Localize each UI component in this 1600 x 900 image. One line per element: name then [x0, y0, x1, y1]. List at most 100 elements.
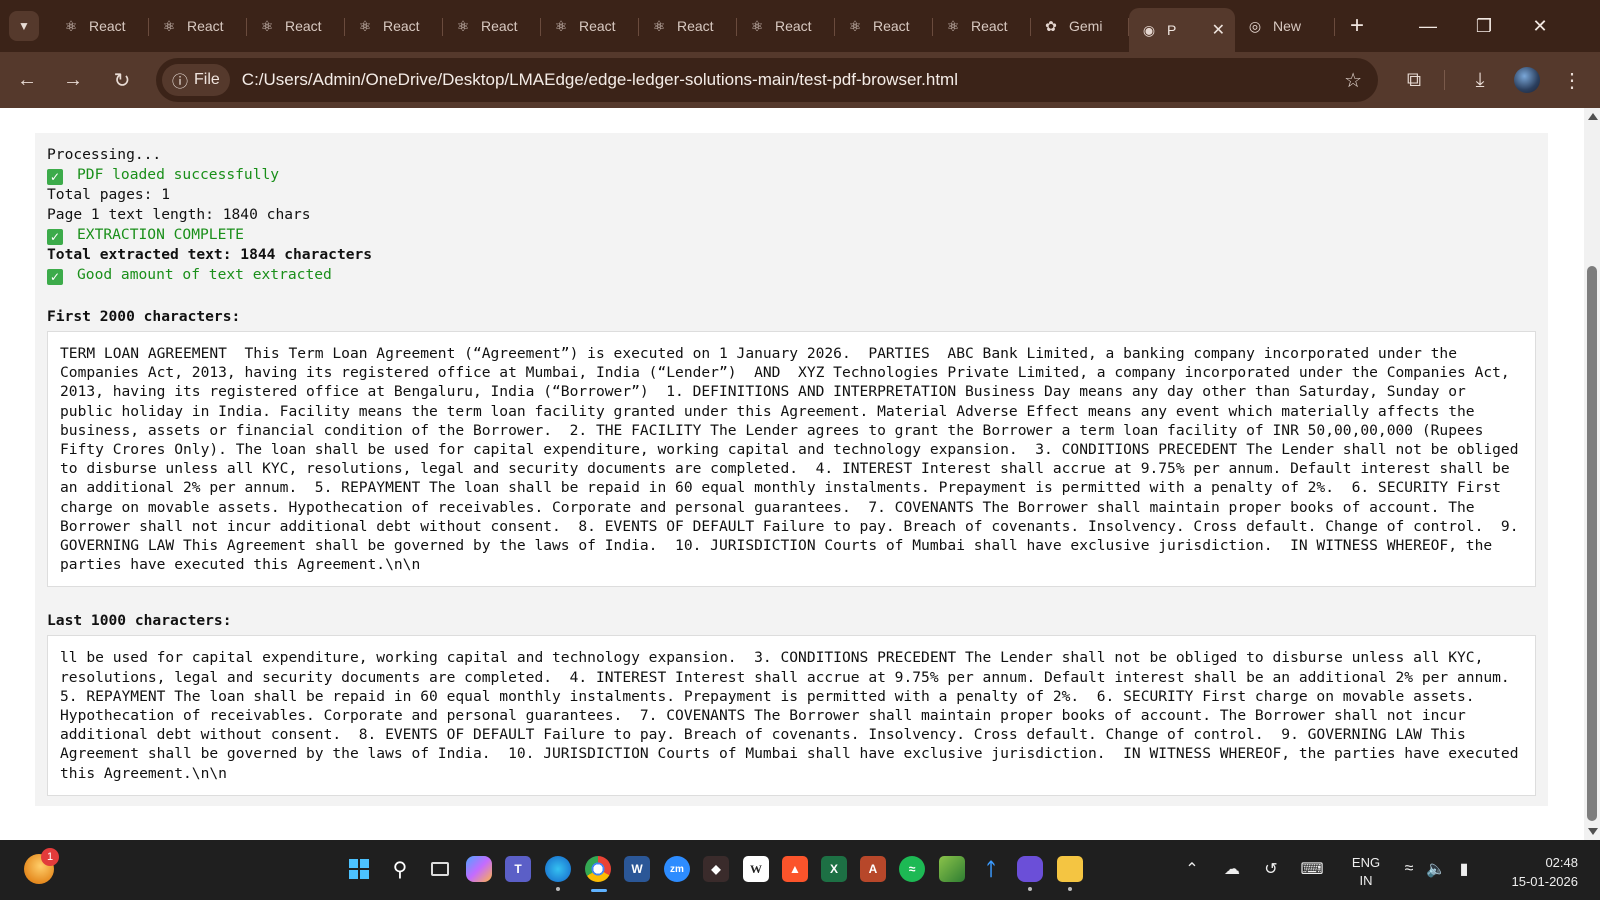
tab[interactable]: ◎ New: [1235, 8, 1335, 44]
tab[interactable]: ⚛ React: [933, 8, 1031, 44]
forward-button[interactable]: →: [55, 62, 91, 98]
log-page1-length: Page 1 text length: 1840 chars: [47, 206, 311, 223]
chevron-up-icon[interactable]: ⌃: [1180, 854, 1204, 884]
tab[interactable]: ⚛ React: [835, 8, 933, 44]
teams-icon[interactable]: T: [505, 856, 531, 882]
access-icon[interactable]: A: [860, 856, 886, 882]
extensions-button[interactable]: ⧉: [1396, 52, 1432, 108]
bluetooth-icon[interactable]: ᛏ: [978, 856, 1004, 882]
react-icon: ⚛: [750, 17, 764, 34]
first-section-label: First 2000 characters:: [47, 308, 241, 325]
tab[interactable]: ⚛ React: [149, 8, 247, 44]
log-extraction-complete: ✓ EXTRACTION COMPLETE: [47, 225, 1536, 245]
log-extraction-complete-text: EXTRACTION COMPLETE: [77, 226, 244, 243]
brave-icon[interactable]: ▲: [782, 856, 808, 882]
back-button[interactable]: ←: [9, 62, 45, 98]
reload-button[interactable]: ↻: [104, 62, 140, 98]
log-good-amount: ✓ Good amount of text extracted: [47, 265, 1536, 285]
start-windows-icon[interactable]: [346, 856, 372, 882]
tab[interactable]: ⚛ React: [639, 8, 737, 44]
search-icon[interactable]: ⚲: [387, 856, 413, 882]
menu-button[interactable]: ⋮: [1556, 52, 1588, 108]
tab-title: P: [1167, 22, 1177, 38]
log-good-amount-text: Good amount of text extracted: [77, 266, 332, 283]
edge-icon[interactable]: [545, 856, 571, 891]
tab[interactable]: ⚛ React: [247, 8, 345, 44]
new-tab-button[interactable]: +: [1341, 10, 1373, 42]
system-clock[interactable]: 02:48 15-01-2026: [1492, 853, 1579, 891]
site-chip-label: File: [194, 71, 220, 88]
clock-time: 02:48: [1545, 855, 1578, 870]
restore-icon: ❐: [1475, 15, 1493, 36]
downloads-button[interactable]: ⤓: [1462, 52, 1498, 108]
tab[interactable]: ⚛ React: [51, 8, 149, 44]
tab-active[interactable]: ◉ P ✕: [1129, 8, 1235, 52]
sync-icon[interactable]: ↺: [1258, 854, 1284, 884]
chrome-icon: ◎: [1248, 17, 1262, 34]
restore-button[interactable]: ❐: [1456, 0, 1512, 52]
tab-title: Gemi: [1069, 18, 1103, 34]
language-code: ENG: [1351, 855, 1381, 870]
browser-toolbar: ← → ↻ ⓘ File C:/Users/Admin/OneDrive/Des…: [0, 52, 1600, 108]
scrollbar-thumb[interactable]: [1587, 266, 1597, 821]
profile-avatar[interactable]: [1514, 67, 1540, 93]
react-icon: ⚛: [64, 17, 78, 34]
excel-icon[interactable]: X: [821, 856, 847, 882]
log-total-pages: Total pages: 1: [47, 186, 171, 203]
check-icon: ✓: [47, 229, 63, 245]
minimize-button[interactable]: —: [1400, 0, 1456, 52]
react-icon: ⚛: [946, 17, 960, 34]
app-icon[interactable]: [1017, 856, 1043, 891]
tab-title: React: [677, 18, 714, 34]
react-icon: ⚛: [456, 17, 470, 34]
url-text[interactable]: C:/Users/Admin/OneDrive/Desktop/LMAEdge/…: [242, 70, 958, 90]
spotify-icon[interactable]: ≈: [899, 856, 925, 882]
tab-title: React: [971, 18, 1008, 34]
last-section-text: ll be used for capital expenditure, work…: [47, 635, 1536, 796]
tab-title: React: [383, 18, 420, 34]
vertical-scrollbar[interactable]: [1584, 108, 1600, 840]
zoom-icon[interactable]: zm: [664, 856, 690, 882]
keyboard-icon[interactable]: ⌨: [1298, 854, 1326, 884]
info-icon: ⓘ: [172, 74, 189, 91]
file-explorer-icon[interactable]: [1057, 856, 1083, 891]
react-icon: ⚛: [652, 17, 666, 34]
close-window-button[interactable]: ✕: [1512, 0, 1568, 52]
tab[interactable]: ⚛ React: [541, 8, 639, 44]
language-indicator[interactable]: ENG IN: [1346, 854, 1386, 890]
weather-badge: 1: [41, 848, 59, 866]
tab[interactable]: ✿ Gemi: [1031, 8, 1129, 44]
tab-search-button[interactable]: ▼: [9, 11, 39, 41]
bookmark-star-icon[interactable]: ☆: [1344, 68, 1362, 93]
tab-title: React: [873, 18, 910, 34]
tab[interactable]: ⚛ React: [737, 8, 835, 44]
popcorn-icon[interactable]: ◆: [703, 856, 729, 882]
word-icon[interactable]: W: [624, 856, 650, 882]
react-icon: ⚛: [260, 17, 274, 34]
site-info-chip[interactable]: ⓘ File: [162, 64, 230, 96]
tab[interactable]: ⚛ React: [345, 8, 443, 44]
react-icon: ⚛: [554, 17, 568, 34]
scroll-up-icon[interactable]: [1588, 113, 1598, 120]
close-tab-icon[interactable]: ✕: [1212, 20, 1225, 40]
react-icon: ⚛: [358, 17, 372, 34]
tab-list: ⚛ React ⚛ React ⚛ React ⚛ React ⚛ React ⚛ Reac…: [51, 0, 1373, 52]
tab[interactable]: ⚛ React: [443, 8, 541, 44]
chrome-icon[interactable]: [585, 856, 611, 892]
arrow-right-icon: →: [63, 68, 83, 91]
copilot-icon[interactable]: [466, 856, 492, 882]
wifi-icon[interactable]: ≈: [1396, 854, 1422, 884]
task-view-icon[interactable]: [427, 856, 453, 882]
page-content: Processing... ✓ PDF loaded successfully T…: [0, 108, 1584, 840]
onedrive-icon[interactable]: ☁: [1219, 854, 1245, 884]
arrow-left-icon: ←: [17, 68, 37, 91]
volume-icon[interactable]: 🔈: [1424, 854, 1448, 884]
address-bar[interactable]: ⓘ File C:/Users/Admin/OneDrive/Desktop/L…: [156, 58, 1378, 102]
wikipedia-icon[interactable]: W: [743, 856, 769, 882]
battery-icon[interactable]: ▮: [1450, 854, 1478, 884]
clock-date: 15-01-2026: [1511, 874, 1579, 889]
scroll-down-icon[interactable]: [1588, 828, 1598, 835]
last-section-label: Last 1000 characters:: [47, 612, 232, 630]
maps-icon[interactable]: [939, 856, 965, 882]
log-processing: Processing...: [47, 146, 162, 163]
